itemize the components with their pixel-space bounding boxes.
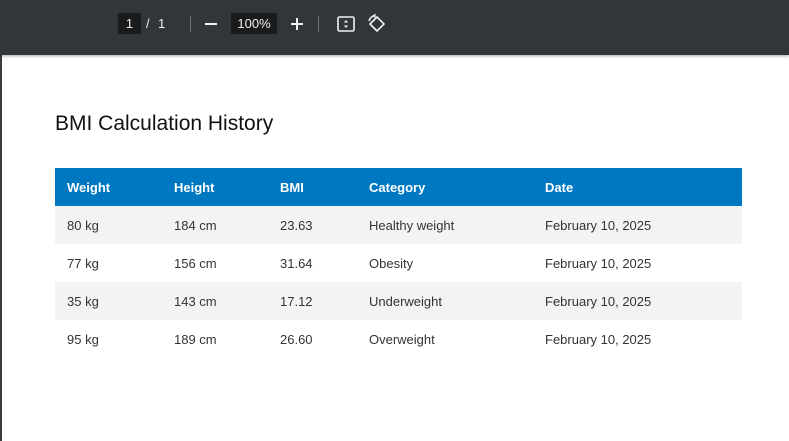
page-number-input[interactable]: 1: [118, 13, 141, 34]
column-header-weight: Weight: [55, 168, 162, 206]
page-total: 1: [158, 16, 166, 31]
fit-page-button[interactable]: [334, 12, 358, 36]
height-cell: 189 cm: [162, 320, 268, 358]
weight-cell: 95 kg: [55, 320, 162, 358]
table-row: 80 kg 184 cm 23.63 Healthy weight Februa…: [55, 206, 742, 244]
rotate-button[interactable]: [365, 12, 389, 36]
bmi-cell: 23.63: [268, 206, 357, 244]
weight-cell: 80 kg: [55, 206, 162, 244]
bmi-history-table: Weight Height BMI Category Date 80 kg 18…: [55, 168, 742, 358]
date-cell: February 10, 2025: [533, 244, 742, 282]
fit-page-icon: [337, 16, 355, 32]
bmi-cell: 17.12: [268, 282, 357, 320]
bmi-cell: 26.60: [268, 320, 357, 358]
date-cell: February 10, 2025: [533, 206, 742, 244]
height-cell: 156 cm: [162, 244, 268, 282]
date-cell: February 10, 2025: [533, 320, 742, 358]
category-cell: Healthy weight: [357, 206, 533, 244]
pdf-page: BMI Calculation History Weight Height BM…: [2, 55, 789, 441]
height-cell: 143 cm: [162, 282, 268, 320]
zoom-level-input[interactable]: 100%: [231, 13, 277, 34]
toolbar-divider: [190, 16, 191, 32]
weight-cell: 35 kg: [55, 282, 162, 320]
column-header-category: Category: [357, 168, 533, 206]
pdf-viewer: 1 / 1 100% BMI Calculation History Weigh…: [0, 0, 789, 441]
page-separator: /: [146, 16, 150, 31]
height-cell: 184 cm: [162, 206, 268, 244]
category-cell: Obesity: [357, 244, 533, 282]
page-title: BMI Calculation History: [55, 112, 274, 135]
table-row: 35 kg 143 cm 17.12 Underweight February …: [55, 282, 742, 320]
column-header-date: Date: [533, 168, 742, 206]
zoom-out-icon: [205, 23, 217, 25]
table-row: 95 kg 189 cm 26.60 Overweight February 1…: [55, 320, 742, 358]
zoom-out-button[interactable]: [199, 12, 223, 36]
column-header-height: Height: [162, 168, 268, 206]
column-header-bmi: BMI: [268, 168, 357, 206]
toolbar-divider: [318, 16, 319, 32]
category-cell: Underweight: [357, 282, 533, 320]
rotate-icon: [368, 13, 385, 32]
weight-cell: 77 kg: [55, 244, 162, 282]
date-cell: February 10, 2025: [533, 282, 742, 320]
zoom-in-icon: [291, 18, 303, 30]
bmi-cell: 31.64: [268, 244, 357, 282]
category-cell: Overweight: [357, 320, 533, 358]
table-header-row: Weight Height BMI Category Date: [55, 168, 742, 206]
table-row: 77 kg 156 cm 31.64 Obesity February 10, …: [55, 244, 742, 282]
zoom-in-button[interactable]: [285, 12, 309, 36]
pdf-toolbar: 1 / 1 100%: [0, 0, 789, 55]
